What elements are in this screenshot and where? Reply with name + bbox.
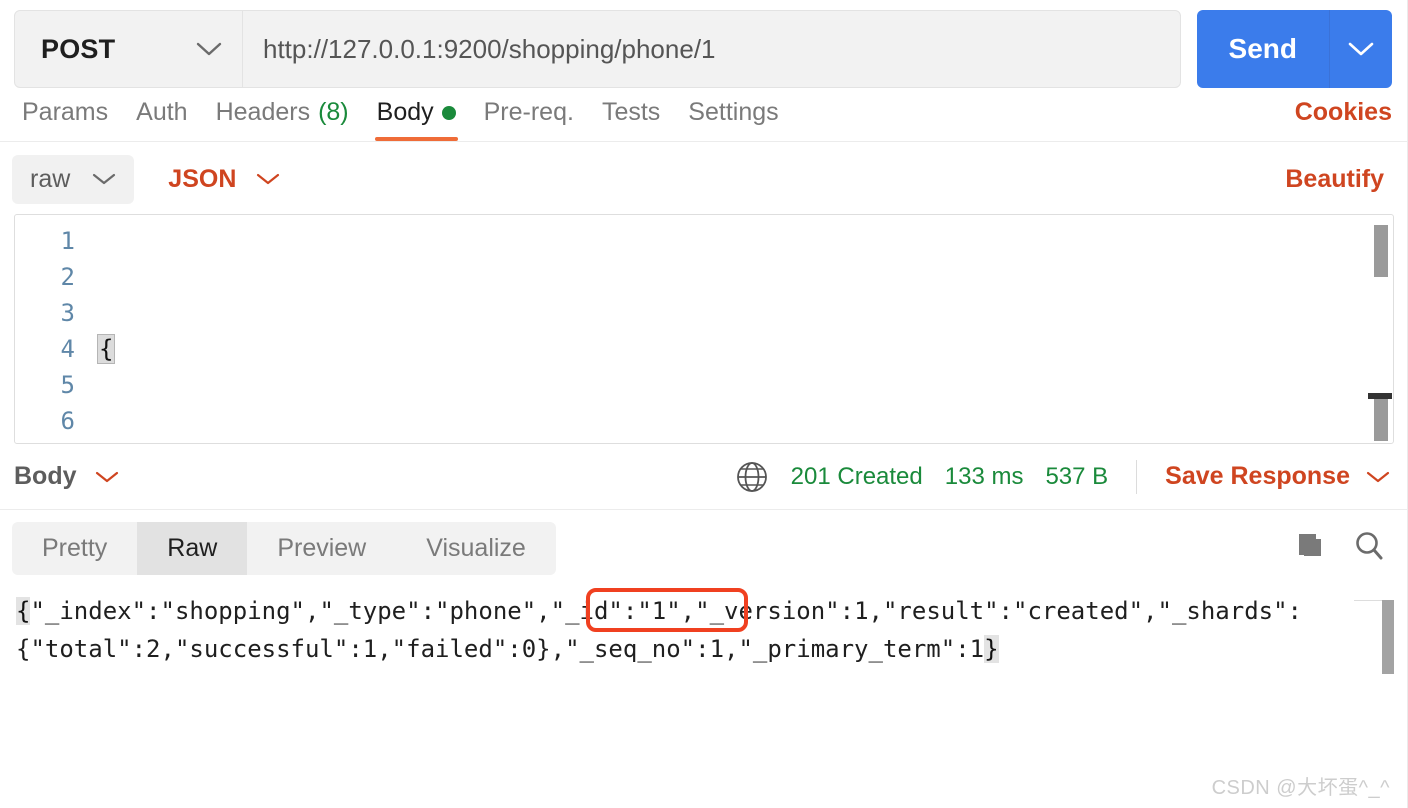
chevron-down-icon [1366,470,1390,484]
line-number: 6 [60,407,75,435]
body-format-select[interactable]: JSON [156,155,292,204]
open-brace: { [97,334,116,364]
response-id-field: "_id":"1", [550,597,696,625]
method-url-group: POST http://127.0.0.1:9200/shopping/phon… [14,10,1181,88]
url-input[interactable]: http://127.0.0.1:9200/shopping/phone/1 [243,11,1180,87]
response-actions [1292,529,1390,568]
tab-tests[interactable]: Tests [588,98,674,141]
request-url-row: POST http://127.0.0.1:9200/shopping/phon… [0,0,1408,88]
send-button[interactable]: Send [1197,10,1330,88]
url-text: http://127.0.0.1:9200/shopping/phone/1 [263,33,716,64]
scrollbar-thumb-lower[interactable] [1374,399,1388,441]
editor-inner: 1 2 3 4 5 6 { →"title":"小米手机", →"categor… [15,215,1393,443]
tab-label: Body [376,98,434,126]
body-modified-dot-icon [441,105,456,120]
tab-body[interactable]: Body [363,98,470,141]
response-tab-preview[interactable]: Preview [247,522,396,575]
response-body-text[interactable]: {"_index":"shopping","_type":"phone","_i… [14,584,1394,668]
response-segment: {"total":2,"successful":1,"failed":0},"_… [16,635,985,663]
response-segment: "_version":1,"result":"created","_shards… [695,597,1302,625]
chevron-down-icon [92,172,116,186]
response-view-segmented-control: Pretty Raw Preview Visualize [12,521,556,575]
globe-icon [735,460,769,494]
scrollbar-thumb[interactable] [1382,600,1394,674]
tab-headers[interactable]: Headers (8) [202,98,363,141]
code-line: { [97,331,1393,367]
chevron-down-icon [256,172,280,186]
response-body-select[interactable]: Body [14,462,119,491]
line-number: 5 [60,371,75,399]
body-toolbar: raw JSON Beautify [0,142,1408,214]
response-segment: "_index":"shopping","_type":"phone", [30,597,551,625]
tab-params[interactable]: Params [8,98,122,141]
response-body-panel: {"_index":"shopping","_type":"phone","_i… [14,584,1394,694]
scrollbar-thumb[interactable] [1374,225,1388,277]
body-mode-label: raw [30,164,71,193]
line-number: 2 [60,263,75,291]
copy-icon[interactable] [1292,529,1326,568]
tab-label: Auth [136,98,188,126]
line-number: 3 [60,299,75,327]
request-body-editor[interactable]: 1 2 3 4 5 6 { →"title":"小米手机", →"categor… [14,214,1394,444]
response-status-bar: Body 201 Created 133 ms 537 B Save Respo… [0,444,1408,510]
response-tab-raw[interactable]: Raw [137,521,248,575]
chevron-down-icon [95,470,119,484]
body-mode-select[interactable]: raw [12,154,135,204]
active-tab-underline [374,137,458,141]
search-icon[interactable] [1352,529,1386,568]
editor-code[interactable]: { →"title":"小米手机", →"category":"小米", →"i… [87,223,1393,443]
response-close-brace: } [984,635,999,663]
tab-auth[interactable]: Auth [122,98,201,141]
response-size: 537 B [1045,462,1109,490]
tab-label: Tests [601,98,661,126]
response-body-label: Body [14,462,77,490]
line-number: 4 [60,335,75,363]
cookies-link[interactable]: Cookies [1295,98,1392,141]
tab-label: Headers [215,98,311,126]
request-tabs: Params Auth Headers (8) Body Pre-req. Te… [0,78,1408,142]
response-open-brace: { [16,597,31,625]
body-format-label: JSON [168,164,237,193]
tab-label: Pre-req. [483,98,574,126]
tab-settings[interactable]: Settings [674,98,792,141]
tab-label: Params [22,98,109,126]
save-response-button[interactable]: Save Response [1165,462,1390,491]
response-time: 133 ms [944,462,1024,490]
response-tab-pretty[interactable]: Pretty [12,522,137,575]
http-method-select[interactable]: POST [15,11,243,87]
beautify-button[interactable]: Beautify [1285,165,1392,194]
send-options-button[interactable] [1330,10,1392,88]
tab-pre-request[interactable]: Pre-req. [470,98,588,141]
chevron-down-icon [1348,41,1374,57]
editor-vertical-scrollbar[interactable] [1368,217,1392,441]
response-tab-visualize[interactable]: Visualize [396,522,556,575]
watermark: CSDN @大坏蛋^_^ [1211,777,1390,799]
http-method-label: POST [41,33,116,64]
headers-count-badge: (8) [318,98,349,126]
tab-label: Settings [688,98,779,126]
send-button-group[interactable]: Send [1196,10,1392,88]
divider [1136,459,1138,494]
response-tabs-row: Pretty Raw Preview Visualize [0,510,1408,584]
response-meta-group: 201 Created 133 ms 537 B Save Response [735,459,1390,494]
response-status-code: 201 Created [790,462,923,490]
save-response-label: Save Response [1165,462,1350,490]
line-number: 1 [60,227,75,255]
response-vertical-scrollbar[interactable] [1354,588,1396,692]
chevron-down-icon [196,41,222,57]
editor-line-numbers: 1 2 3 4 5 6 [15,223,87,443]
